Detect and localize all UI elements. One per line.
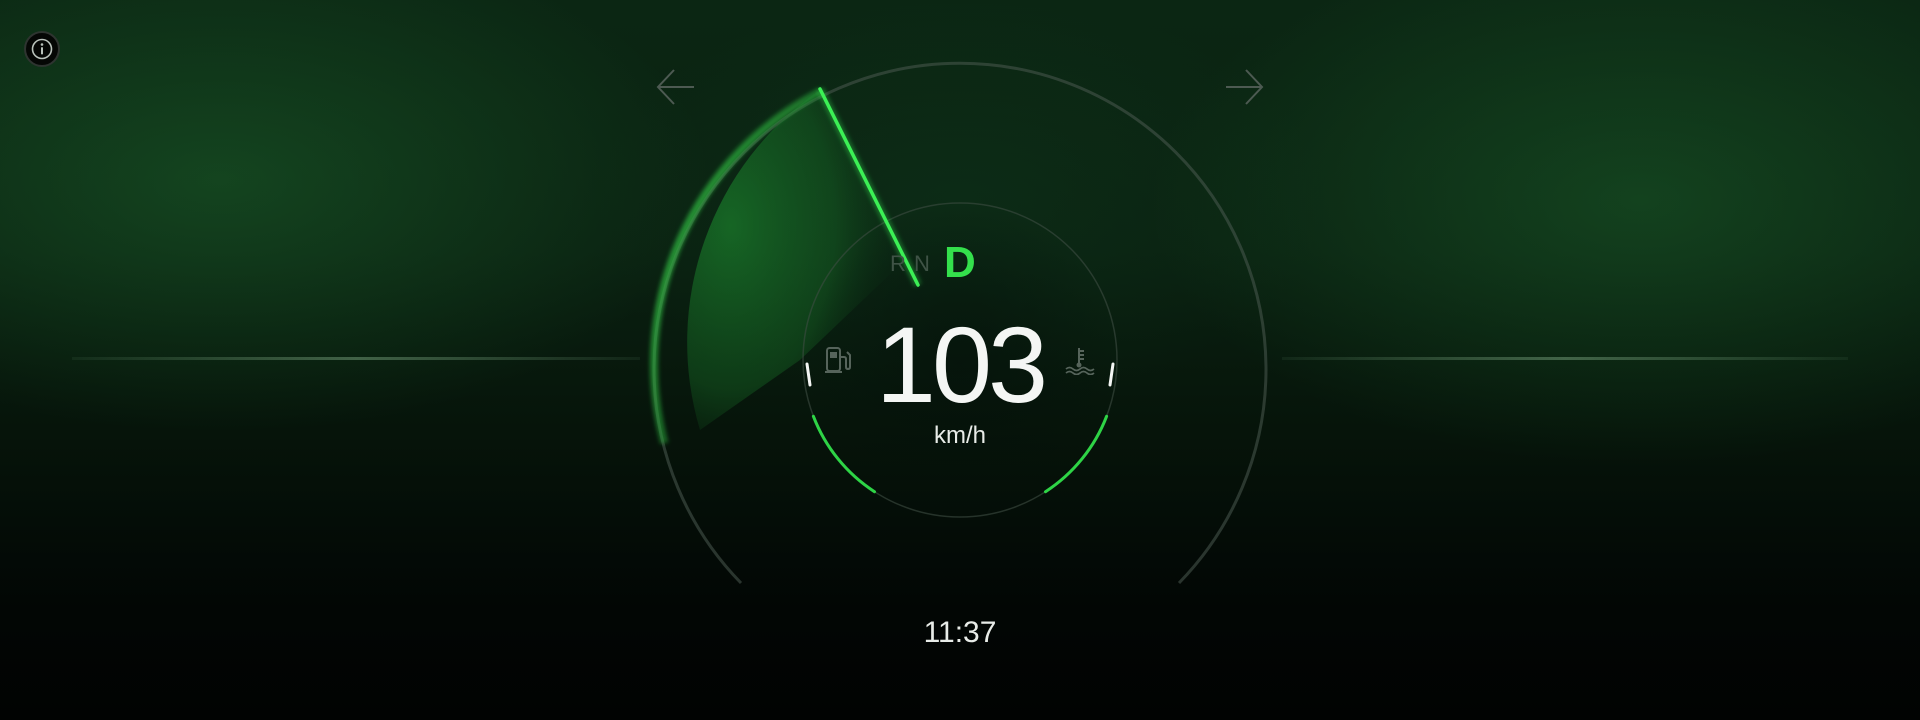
gear-reverse: R <box>890 251 906 276</box>
fuel-pump-icon <box>825 347 851 373</box>
clock-time: 11:37 <box>923 616 997 649</box>
gear-neutral: N <box>914 251 930 276</box>
speed-unit: km/h <box>933 422 986 449</box>
next-view-button[interactable] <box>1222 66 1266 110</box>
info-icon <box>31 38 53 60</box>
info-button[interactable] <box>24 31 60 67</box>
arrow-right-icon <box>1226 69 1264 105</box>
instrument-cluster: R N D 103 km/h 11:37 <box>0 0 1920 720</box>
arrow-left-icon <box>656 69 694 105</box>
speed-value: 103 <box>875 304 1048 425</box>
gear-drive-selected: D <box>944 238 976 287</box>
previous-view-button[interactable] <box>654 66 698 110</box>
coolant-temperature-icon <box>1065 348 1095 375</box>
